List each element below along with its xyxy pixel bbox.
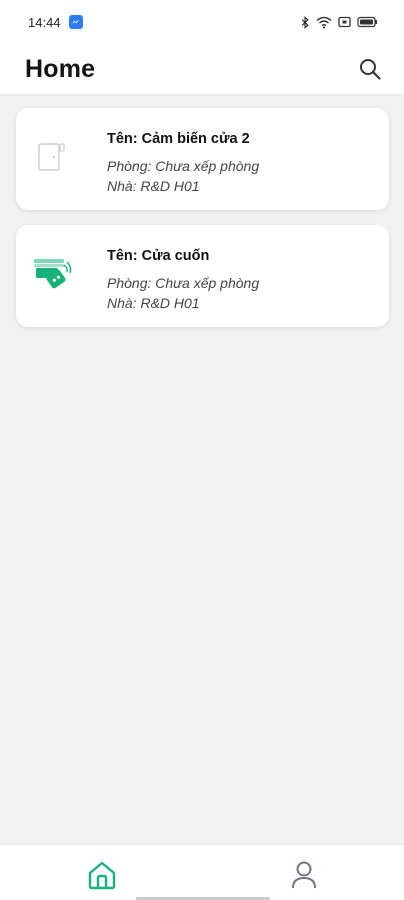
device-house: Nhà: R&D H01	[107, 295, 200, 311]
app-screen: 14:44 Home Tên: Cảm biến cửa 2 Phòng: Ch…	[0, 0, 404, 900]
bottom-navigation	[0, 844, 404, 900]
nav-home-tab[interactable]	[86, 859, 118, 891]
screen-icon	[338, 16, 351, 28]
device-name: Tên: Cảm biến cửa 2	[107, 131, 250, 147]
search-button[interactable]	[356, 55, 384, 83]
device-name: Tên: Cửa cuốn	[107, 248, 210, 264]
app-bar: Home	[0, 44, 404, 94]
device-room: Phòng: Chưa xếp phòng	[107, 158, 260, 174]
device-house: Nhà: R&D H01	[107, 178, 200, 194]
status-right	[300, 15, 378, 29]
status-left: 14:44	[28, 15, 83, 30]
nav-profile-tab[interactable]	[288, 859, 320, 891]
battery-icon	[357, 16, 378, 28]
door-sensor-icon	[34, 136, 78, 180]
status-bar: 14:44	[0, 0, 404, 44]
home-icon	[88, 861, 116, 890]
messenger-icon	[68, 15, 83, 29]
device-card-roller-door[interactable]: Tên: Cửa cuốn Phòng: Chưa xếp phòng Nhà:…	[16, 225, 389, 327]
search-icon	[360, 59, 381, 80]
device-room: Phòng: Chưa xếp phòng	[107, 275, 260, 291]
profile-icon	[292, 861, 316, 889]
device-info: Tên: Cảm biến cửa 2 Phòng: Chưa xếp phòn…	[107, 130, 377, 196]
status-time: 14:44	[28, 14, 61, 30]
bluetooth-icon	[300, 15, 310, 29]
device-info: Tên: Cửa cuốn Phòng: Chưa xếp phòng Nhà:…	[107, 247, 377, 313]
page-title: Home	[25, 54, 96, 83]
device-list: Tên: Cảm biến cửa 2 Phòng: Chưa xếp phòn…	[16, 108, 389, 342]
device-card-door-sensor[interactable]: Tên: Cảm biến cửa 2 Phòng: Chưa xếp phòn…	[16, 108, 389, 210]
roller-door-remote-icon	[34, 253, 78, 297]
wifi-icon	[316, 16, 332, 29]
